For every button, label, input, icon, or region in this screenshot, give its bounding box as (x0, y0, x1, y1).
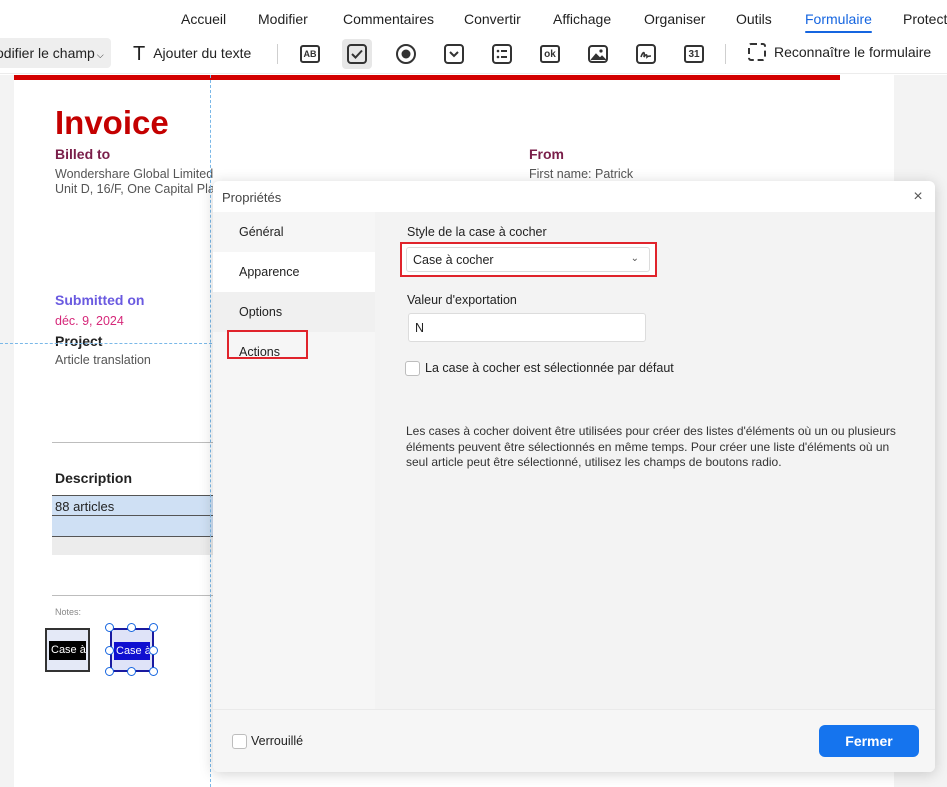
resize-handle[interactable] (127, 623, 136, 632)
add-text-button[interactable]: T Ajouter du texte (133, 43, 251, 66)
checkbox-style-value: Case à cocher (413, 253, 494, 267)
text-field-glyph: AB (300, 45, 320, 63)
dialog-sidebar: Général Apparence Options Actions (213, 212, 375, 709)
divider (52, 442, 222, 443)
chevron-down-icon: ⌵ (96, 50, 104, 60)
invoice-title: Invoice (55, 104, 169, 141)
checkbox-field-1[interactable]: Case à (45, 628, 90, 672)
sidebar-item-appearance[interactable]: Apparence (213, 252, 375, 292)
options-panel: Style de la case à cocher Case à cocher … (375, 212, 935, 709)
table-row[interactable] (52, 516, 222, 537)
sidebar-item-general[interactable]: Général (213, 212, 375, 252)
options-highlight-box (227, 330, 308, 359)
checkbox-field-label: Case à (49, 641, 86, 660)
modify-field-button[interactable]: odifier le champ ⌵ (0, 38, 111, 68)
billed-to-heading: Billed to (55, 146, 111, 162)
menu-bar: Accueil Modifier Commentaires Convertir … (0, 0, 947, 36)
checkbox-style-highlight: Case à cocher ⌄ (400, 242, 657, 277)
radio-button-icon[interactable] (394, 42, 418, 66)
properties-dialog: Propriétés × Général Apparence Options A… (213, 181, 935, 772)
toolbar-divider (277, 44, 278, 64)
table-row (52, 537, 222, 555)
resize-handle[interactable] (149, 646, 158, 655)
resize-handle[interactable] (149, 623, 158, 632)
tab-organiser[interactable]: Organiser (644, 11, 705, 27)
modify-field-label: odifier le champ (0, 45, 95, 61)
chevron-down-icon: ⌄ (630, 253, 639, 264)
resize-handle[interactable] (105, 646, 114, 655)
project-heading: Project (55, 333, 103, 349)
alignment-guide-vertical (210, 75, 211, 787)
locked-label: Verrouillé (251, 734, 304, 748)
submitted-date: déc. 9, 2024 (55, 314, 124, 328)
form-toolbar: odifier le champ ⌵ T Ajouter du texte AB o… (0, 36, 947, 74)
checkbox-field-2-selected[interactable]: Case à (110, 628, 154, 672)
tab-protect[interactable]: Protect (903, 11, 947, 27)
date-field-icon[interactable]: 31 (682, 42, 706, 66)
checkbox-field-label: Case à (114, 642, 150, 660)
button-field-icon[interactable]: ok (538, 42, 562, 66)
table-row[interactable]: 88 articles (52, 495, 222, 516)
tab-convertir[interactable]: Convertir (464, 11, 521, 27)
toolbar-divider (725, 44, 726, 64)
recognize-form-icon (748, 43, 766, 61)
locked-checkbox[interactable] (232, 734, 247, 749)
resize-handle[interactable] (105, 623, 114, 632)
export-value-label: Valeur d'exportation (407, 293, 517, 307)
list-box-icon[interactable] (490, 42, 514, 66)
dialog-title: Propriétés (222, 190, 282, 205)
image-field-icon[interactable] (586, 42, 610, 66)
export-value-input[interactable]: N (408, 313, 646, 342)
text-tool-icon: T (133, 43, 146, 65)
billed-line-2: Unit D, 16/F, One Capital Pla (55, 182, 215, 196)
default-checked-label: La case à cocher est sélectionnée par dé… (425, 361, 674, 375)
sidebar-item-options[interactable]: Options (213, 292, 375, 332)
dropdown-icon[interactable] (442, 42, 466, 66)
header-red-bar (14, 75, 840, 80)
alignment-guide-horizontal (0, 343, 212, 344)
help-text: Les cases à cocher doivent être utilisée… (406, 424, 896, 469)
notes-label: Notes: (55, 607, 82, 617)
checkbox-style-label: Style de la case à cocher (407, 225, 547, 239)
from-heading: From (529, 146, 564, 162)
tab-accueil[interactable]: Accueil (181, 11, 226, 27)
date-field-glyph: 31 (684, 45, 704, 63)
description-heading: Description (55, 470, 133, 486)
resize-handle[interactable] (127, 667, 136, 676)
dialog-footer: Verrouillé Fermer (213, 709, 935, 772)
checkbox-icon[interactable] (342, 39, 372, 69)
app-window: Accueil Modifier Commentaires Convertir … (0, 0, 947, 787)
divider (52, 595, 222, 596)
text-field-icon[interactable]: AB (298, 42, 322, 66)
signature-field-icon[interactable] (634, 42, 658, 66)
recognize-form-label: Reconnaître le formulaire (774, 44, 932, 60)
button-field-glyph: ok (540, 45, 560, 63)
billed-line-1: Wondershare Global Limited (55, 167, 214, 181)
tab-commentaires[interactable]: Commentaires (343, 11, 434, 27)
from-name: First name: Patrick (529, 167, 634, 181)
tab-formulaire[interactable]: Formulaire (805, 11, 872, 33)
close-button[interactable]: Fermer (819, 725, 919, 757)
resize-handle[interactable] (149, 667, 158, 676)
add-text-label: Ajouter du texte (153, 45, 252, 61)
submitted-on-heading: Submitted on (55, 292, 145, 308)
tab-affichage[interactable]: Affichage (553, 11, 611, 27)
checkbox-style-select[interactable]: Case à cocher ⌄ (406, 247, 650, 272)
project-value: Article translation (55, 353, 151, 367)
tab-modifier[interactable]: Modifier (258, 11, 308, 27)
tab-outils[interactable]: Outils (736, 11, 772, 27)
recognize-form-button[interactable]: Reconnaître le formulaire (748, 43, 931, 61)
resize-handle[interactable] (105, 667, 114, 676)
close-icon[interactable]: × (911, 189, 925, 205)
default-checked-checkbox[interactable] (405, 361, 420, 376)
